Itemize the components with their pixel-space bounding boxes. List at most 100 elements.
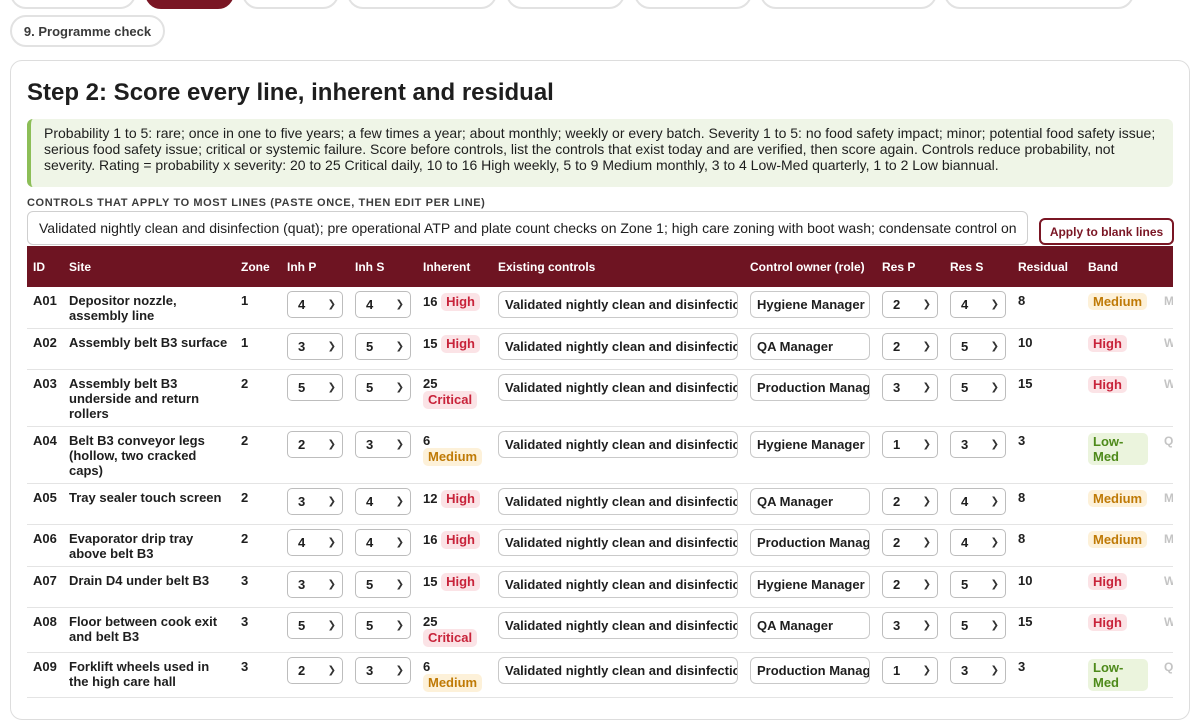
inh-s-select[interactable]: 3 ❯ [355,431,411,458]
inh-p-select[interactable]: 3 ❯ [287,488,343,515]
common-controls-input[interactable] [27,211,1028,245]
row-controls[interactable]: Validated nightly clean and disinfection [492,426,744,484]
inh-s-select[interactable]: 4 ❯ [355,291,411,318]
res-s-select[interactable]: 5 ❯ [950,333,1006,360]
row-inh-s[interactable]: 3 ❯ [349,652,417,698]
row-controls[interactable]: Validated nightly clean and disinfection [492,607,744,653]
row-inh-s[interactable]: 5 ❯ [349,328,417,370]
row-res-s[interactable]: 4 ❯ [944,524,1012,567]
row-inh-p[interactable]: 4 ❯ [281,524,349,567]
row-res-p[interactable]: 3 ❯ [876,369,944,427]
row-owner[interactable]: Hygiene Manager [744,426,876,484]
inh-p-select[interactable]: 3 ❯ [287,333,343,360]
inh-s-select[interactable]: 5 ❯ [355,374,411,401]
res-p-select[interactable]: 2 ❯ [882,488,938,515]
row-res-s[interactable]: 5 ❯ [944,328,1012,370]
row-inh-p[interactable]: 3 ❯ [281,328,349,370]
step-tab-6[interactable] [634,0,752,9]
res-s-select[interactable]: 4 ❯ [950,291,1006,318]
row-res-s[interactable]: 3 ❯ [944,652,1012,698]
row-controls[interactable]: Validated nightly clean and disinfection [492,369,744,427]
row-res-s[interactable]: 5 ❯ [944,369,1012,427]
res-p-select[interactable]: 1 ❯ [882,431,938,458]
inh-p-select[interactable]: 4 ❯ [287,291,343,318]
row-controls[interactable]: Validated nightly clean and disinfection [492,328,744,370]
row-inh-p[interactable]: 4 ❯ [281,287,349,329]
existing-controls-input[interactable]: Validated nightly clean and disinfection [498,291,738,318]
step-tab-2-active[interactable] [145,0,234,9]
row-res-s[interactable]: 5 ❯ [944,566,1012,608]
existing-controls-input[interactable]: Validated nightly clean and disinfection [498,488,738,515]
row-owner[interactable]: QA Manager [744,328,876,370]
res-p-select[interactable]: 2 ❯ [882,333,938,360]
row-controls[interactable]: Validated nightly clean and disinfection [492,652,744,698]
inh-p-select[interactable]: 2 ❯ [287,431,343,458]
row-res-s[interactable]: 3 ❯ [944,426,1012,484]
existing-controls-input[interactable]: Validated nightly clean and disinfection [498,571,738,598]
control-owner-input[interactable]: QA Manager [750,612,870,639]
row-res-s[interactable]: 4 ❯ [944,287,1012,329]
step-tab-8[interactable] [944,0,1134,9]
row-res-p[interactable]: 2 ❯ [876,287,944,329]
res-s-select[interactable]: 4 ❯ [950,488,1006,515]
apply-to-blank-lines-button[interactable]: Apply to blank lines [1039,218,1174,245]
row-res-s[interactable]: 5 ❯ [944,607,1012,653]
row-inh-s[interactable]: 4 ❯ [349,287,417,329]
step-tab-4[interactable] [347,0,497,9]
row-owner[interactable]: Hygiene Manager [744,287,876,329]
row-owner[interactable]: Production Manag [744,652,876,698]
row-owner[interactable]: Production Manag [744,369,876,427]
control-owner-input[interactable]: Hygiene Manager [750,431,870,458]
row-res-p[interactable]: 3 ❯ [876,607,944,653]
inh-p-select[interactable]: 5 ❯ [287,612,343,639]
row-inh-s[interactable]: 5 ❯ [349,369,417,427]
row-controls[interactable]: Validated nightly clean and disinfection [492,483,744,525]
row-inh-p[interactable]: 3 ❯ [281,483,349,525]
row-controls[interactable]: Validated nightly clean and disinfection [492,287,744,329]
res-p-select[interactable]: 1 ❯ [882,657,938,684]
res-s-select[interactable]: 5 ❯ [950,612,1006,639]
step-tab-7[interactable] [760,0,937,9]
inh-s-select[interactable]: 5 ❯ [355,612,411,639]
row-inh-p[interactable]: 2 ❯ [281,652,349,698]
res-p-select[interactable]: 3 ❯ [882,612,938,639]
row-res-p[interactable]: 2 ❯ [876,566,944,608]
res-s-select[interactable]: 5 ❯ [950,374,1006,401]
step-tab-1[interactable] [10,0,136,9]
row-owner[interactable]: QA Manager [744,483,876,525]
row-inh-s[interactable]: 4 ❯ [349,524,417,567]
res-p-select[interactable]: 2 ❯ [882,571,938,598]
row-res-p[interactable]: 2 ❯ [876,328,944,370]
control-owner-input[interactable]: Production Manag [750,657,870,684]
row-inh-p[interactable]: 2 ❯ [281,426,349,484]
inh-s-select[interactable]: 4 ❯ [355,529,411,556]
control-owner-input[interactable]: QA Manager [750,488,870,515]
existing-controls-input[interactable]: Validated nightly clean and disinfection [498,529,738,556]
res-s-select[interactable]: 5 ❯ [950,571,1006,598]
existing-controls-input[interactable]: Validated nightly clean and disinfection [498,657,738,684]
tab-programme-check[interactable]: 9. Programme check [10,15,165,47]
inh-p-select[interactable]: 2 ❯ [287,657,343,684]
row-inh-p[interactable]: 3 ❯ [281,566,349,608]
row-inh-s[interactable]: 5 ❯ [349,566,417,608]
row-inh-s[interactable]: 5 ❯ [349,607,417,653]
inh-p-select[interactable]: 5 ❯ [287,374,343,401]
inh-s-select[interactable]: 5 ❯ [355,571,411,598]
res-p-select[interactable]: 2 ❯ [882,291,938,318]
row-inh-s[interactable]: 4 ❯ [349,483,417,525]
control-owner-input[interactable]: Production Manag [750,374,870,401]
control-owner-input[interactable]: Production Manag [750,529,870,556]
inh-s-select[interactable]: 5 ❯ [355,333,411,360]
res-p-select[interactable]: 3 ❯ [882,374,938,401]
res-s-select[interactable]: 3 ❯ [950,657,1006,684]
row-res-p[interactable]: 2 ❯ [876,524,944,567]
inh-p-select[interactable]: 3 ❯ [287,571,343,598]
row-owner[interactable]: Hygiene Manager [744,566,876,608]
inh-s-select[interactable]: 3 ❯ [355,657,411,684]
existing-controls-input[interactable]: Validated nightly clean and disinfection [498,333,738,360]
row-controls[interactable]: Validated nightly clean and disinfection [492,524,744,567]
row-inh-s[interactable]: 3 ❯ [349,426,417,484]
res-p-select[interactable]: 2 ❯ [882,529,938,556]
row-inh-p[interactable]: 5 ❯ [281,607,349,653]
existing-controls-input[interactable]: Validated nightly clean and disinfection [498,431,738,458]
